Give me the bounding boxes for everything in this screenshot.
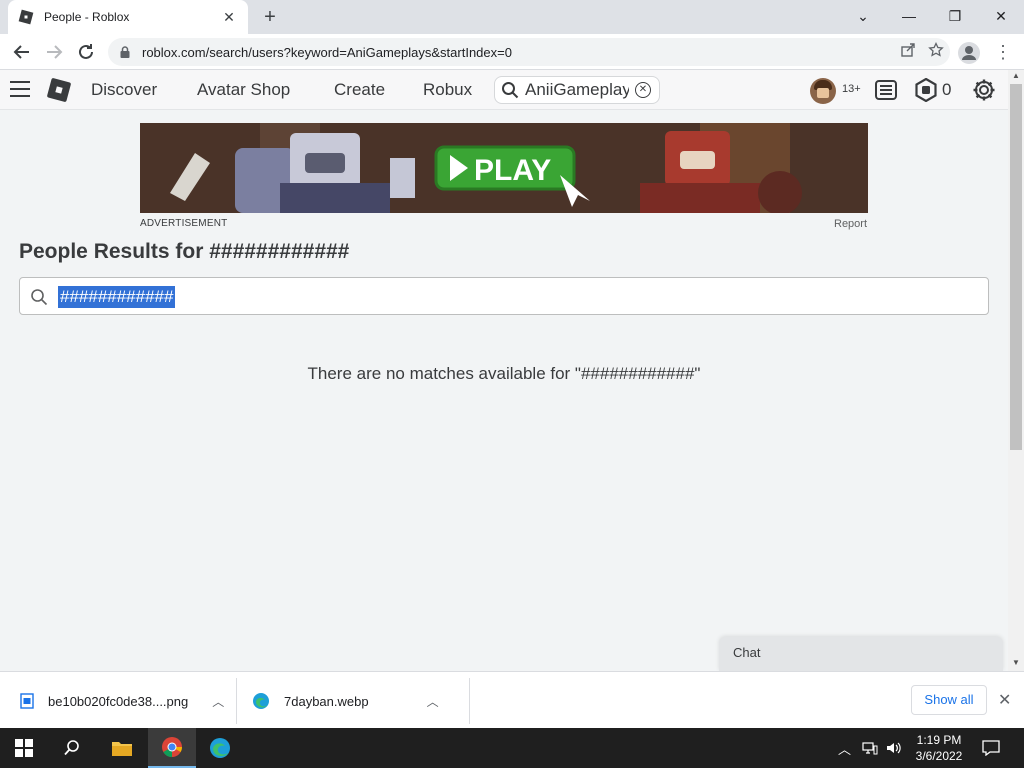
- download-item[interactable]: 7dayban.webp ︿: [252, 684, 439, 718]
- windows-start-icon[interactable]: [0, 728, 48, 768]
- browser-toolbar: roblox.com/search/users?keyword=AniGamep…: [0, 34, 1024, 70]
- clock-date: 3/6/2022: [915, 749, 963, 763]
- advertisement-label: ADVERTISEMENT: [140, 218, 228, 229]
- download-filename: be10b020fc0de38....png: [48, 693, 189, 709]
- system-clock[interactable]: 1:19 PM 3/6/2022: [900, 732, 978, 764]
- downloads-shelf: be10b020fc0de38....png ︿ 7dayban.webp ︿ …: [0, 671, 1024, 728]
- image-file-icon: [20, 693, 34, 709]
- search-icon: [502, 82, 519, 99]
- age-badge: 13+: [842, 83, 861, 95]
- ad-report-link[interactable]: Report: [834, 218, 867, 230]
- chevron-up-icon[interactable]: ︿: [212, 693, 224, 710]
- clear-search-icon[interactable]: ✕: [635, 82, 651, 98]
- catalog-list-icon[interactable]: [874, 78, 898, 102]
- profile-icon[interactable]: [958, 42, 980, 64]
- scroll-thumb[interactable]: [1010, 84, 1022, 450]
- robux-icon[interactable]: [914, 77, 938, 103]
- roblox-search-input[interactable]: AniiGameplays: [525, 80, 629, 100]
- people-search-input[interactable]: ############: [58, 286, 176, 308]
- scroll-down-icon[interactable]: ▼: [1008, 657, 1024, 669]
- download-item[interactable]: be10b020fc0de38....png ︿: [20, 684, 224, 718]
- search-icon: [31, 289, 48, 306]
- tab-people-roblox[interactable]: People - Roblox ✕: [8, 0, 248, 34]
- people-search-field[interactable]: ############: [19, 277, 989, 315]
- divider: [469, 678, 470, 724]
- url-text[interactable]: roblox.com/search/users?keyword=AniGamep…: [142, 45, 894, 60]
- back-arrow-icon[interactable]: [10, 40, 34, 64]
- hamburger-menu-icon[interactable]: [10, 81, 30, 97]
- show-all-button[interactable]: Show all: [911, 685, 987, 715]
- chevron-up-icon[interactable]: ︿: [427, 693, 439, 710]
- window-close-button[interactable]: ✕: [978, 4, 1024, 28]
- share-icon[interactable]: [894, 42, 922, 62]
- browser-menu-icon[interactable]: ⋮: [994, 40, 1012, 64]
- chat-label: Chat: [733, 645, 761, 660]
- reload-icon[interactable]: [74, 40, 98, 64]
- nav-robux[interactable]: Robux: [423, 80, 472, 100]
- forward-arrow-icon[interactable]: [42, 40, 66, 64]
- browser-tab-strip: People - Roblox ✕ + ⌄ — ❐ ✕: [0, 0, 1024, 34]
- roblox-search-box[interactable]: AniiGameplays ✕: [494, 76, 660, 104]
- notifications-icon[interactable]: [982, 728, 1000, 768]
- no-results-message: There are no matches available for "####…: [307, 364, 701, 383]
- roblox-favicon-icon: [18, 9, 34, 25]
- chrome-icon[interactable]: [148, 728, 196, 768]
- search-icon[interactable]: [48, 728, 96, 768]
- address-bar[interactable]: roblox.com/search/users?keyword=AniGamep…: [108, 38, 950, 66]
- restore-button[interactable]: ❐: [932, 4, 978, 28]
- scroll-up-icon[interactable]: ▲: [1008, 70, 1024, 82]
- download-filename: 7dayban.webp: [284, 693, 369, 709]
- lock-icon[interactable]: [118, 45, 132, 59]
- close-shelf-icon[interactable]: ✕: [998, 690, 1011, 710]
- show-hidden-icons-icon[interactable]: ︿: [838, 728, 851, 768]
- minimize-button[interactable]: —: [886, 4, 932, 28]
- edge-file-icon: [253, 693, 269, 709]
- network-icon[interactable]: [862, 728, 878, 768]
- windows-taskbar: ︿ 1:19 PM 3/6/2022: [0, 728, 1024, 768]
- divider: [236, 678, 237, 724]
- file-explorer-icon[interactable]: [98, 728, 146, 768]
- tab-search-button[interactable]: ⌄: [840, 4, 886, 28]
- page-scrollbar[interactable]: ▲ ▼: [1008, 70, 1024, 671]
- new-tab-button[interactable]: +: [258, 6, 282, 28]
- robux-count[interactable]: 0: [942, 80, 951, 100]
- chat-widget[interactable]: Chat: [719, 637, 1003, 671]
- tab-title: People - Roblox: [44, 10, 130, 24]
- settings-gear-icon[interactable]: [972, 78, 996, 102]
- bookmark-star-icon[interactable]: [922, 41, 950, 62]
- user-avatar[interactable]: [810, 78, 836, 104]
- tab-close-button[interactable]: ✕: [220, 9, 238, 26]
- nav-avatar-shop[interactable]: Avatar Shop: [197, 80, 290, 100]
- page-title: People Results for ############: [19, 240, 350, 263]
- ad-artwork: PLAY: [140, 123, 868, 213]
- clock-time: 1:19 PM: [916, 733, 962, 747]
- advertisement-banner[interactable]: PLAY: [140, 123, 868, 213]
- roblox-top-nav: Discover Avatar Shop Create Robux AniiGa…: [0, 70, 1008, 110]
- edge-icon[interactable]: [196, 728, 244, 768]
- nav-create[interactable]: Create: [334, 80, 385, 100]
- roblox-logo-icon[interactable]: [46, 77, 72, 103]
- nav-discover[interactable]: Discover: [91, 80, 157, 100]
- ad-play-text: PLAY: [474, 154, 551, 187]
